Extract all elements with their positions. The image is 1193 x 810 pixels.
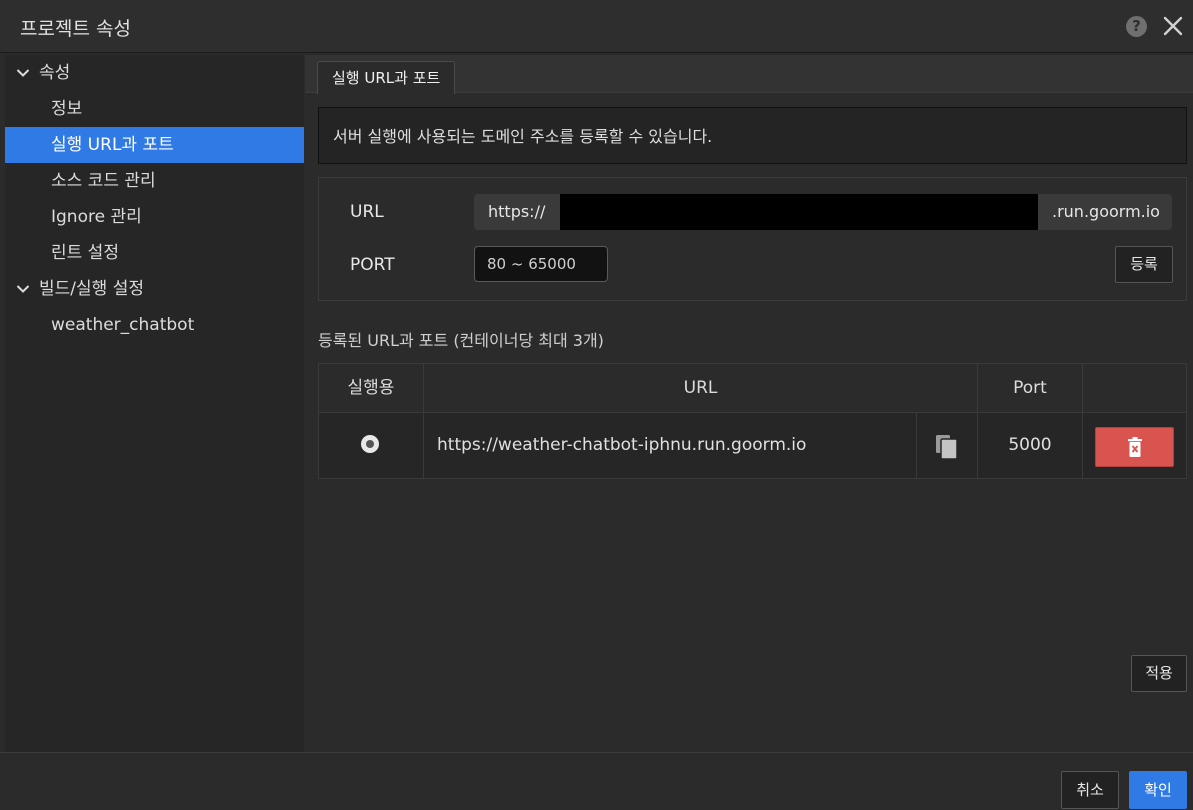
sidebar-item-label: 소스 코드 관리 [51, 171, 156, 191]
sidebar-group-label: 빌드/실행 설정 [39, 279, 144, 299]
port-label: PORT [350, 255, 395, 275]
column-header-run: 실행용 [319, 364, 424, 413]
sidebar-item-run-url-port[interactable]: 실행 URL과 포트 [5, 127, 304, 163]
sidebar-item-label: 린트 설정 [51, 243, 119, 263]
sidebar-item-label: 실행 URL과 포트 [51, 135, 174, 155]
help-icon[interactable]: ? [1126, 16, 1147, 37]
cancel-button[interactable]: 취소 [1061, 771, 1119, 809]
dialog-titlebar: 프로젝트 속성 ? [0, 0, 1193, 53]
url-input-group: https:// .run.goorm.io [474, 194, 1172, 230]
table-row-copy-cell [917, 413, 978, 478]
close-icon[interactable] [1161, 14, 1185, 38]
sidebar-item-weather-chatbot[interactable]: weather_chatbot [5, 307, 304, 343]
sidebar-item-source-control[interactable]: 소스 코드 관리 [5, 163, 304, 199]
url-port-form: URL https:// .run.goorm.io PORT 등록 [318, 177, 1187, 301]
run-radio-button[interactable] [361, 435, 379, 453]
url-suffix: .run.goorm.io [1038, 194, 1172, 230]
settings-sidebar: 속성 정보 실행 URL과 포트 소스 코드 관리 Ignore 관리 린트 설… [5, 55, 304, 752]
settings-content: 실행 URL과 포트 서버 실행에 사용되는 도메인 주소를 등록할 수 있습니… [305, 55, 1193, 752]
project-properties-dialog: 프로젝트 속성 ? 속성 정보 실행 URL과 포트 소스 코드 관리 Igno… [0, 0, 1193, 810]
sidebar-item-label: 정보 [51, 99, 83, 119]
column-header-port: Port [978, 364, 1083, 413]
trash-icon [1128, 437, 1142, 457]
confirm-button[interactable]: 확인 [1129, 771, 1187, 809]
sidebar-item-ignore[interactable]: Ignore 관리 [5, 199, 304, 235]
apply-button[interactable]: 적용 [1131, 655, 1187, 692]
sidebar-item-label: Ignore 관리 [51, 207, 142, 227]
port-input[interactable] [474, 246, 608, 282]
tab-run-url-port[interactable]: 실행 URL과 포트 [317, 61, 456, 94]
url-input[interactable] [560, 194, 1038, 230]
sidebar-group-properties[interactable]: 속성 [5, 55, 304, 91]
register-button[interactable]: 등록 [1115, 246, 1173, 283]
sidebar-item-label: weather_chatbot [51, 315, 195, 335]
column-header-url: URL [424, 364, 978, 413]
sidebar-group-build-run[interactable]: 빌드/실행 설정 [5, 271, 304, 307]
registered-url-table: 실행용 URL Port https://weather-chatbot-iph… [318, 363, 1187, 479]
sidebar-item-lint[interactable]: 린트 설정 [5, 235, 304, 271]
url-prefix: https:// [474, 194, 560, 230]
registered-urls-title: 등록된 URL과 포트 (컨테이너당 최대 3개) [318, 331, 604, 350]
tab-strip: 실행 URL과 포트 [305, 55, 1193, 94]
sidebar-group-label: 속성 [39, 63, 71, 83]
table-row-run-cell [319, 413, 424, 478]
sidebar-item-info[interactable]: 정보 [5, 91, 304, 127]
url-label: URL [350, 202, 384, 222]
table-row-port: 5000 [978, 413, 1083, 478]
column-header-actions [1083, 364, 1186, 413]
copy-icon[interactable] [935, 434, 959, 460]
chevron-down-icon [16, 285, 30, 293]
dialog-title: 프로젝트 속성 [20, 18, 131, 40]
delete-url-button[interactable] [1095, 427, 1174, 467]
info-message: 서버 실행에 사용되는 도메인 주소를 등록할 수 있습니다. [318, 107, 1187, 164]
dialog-footer: 취소 확인 [0, 752, 1193, 810]
table-row-url: https://weather-chatbot-iphnu.run.goorm.… [424, 413, 917, 478]
table-row-delete-cell [1083, 413, 1186, 478]
chevron-down-icon [16, 69, 30, 77]
